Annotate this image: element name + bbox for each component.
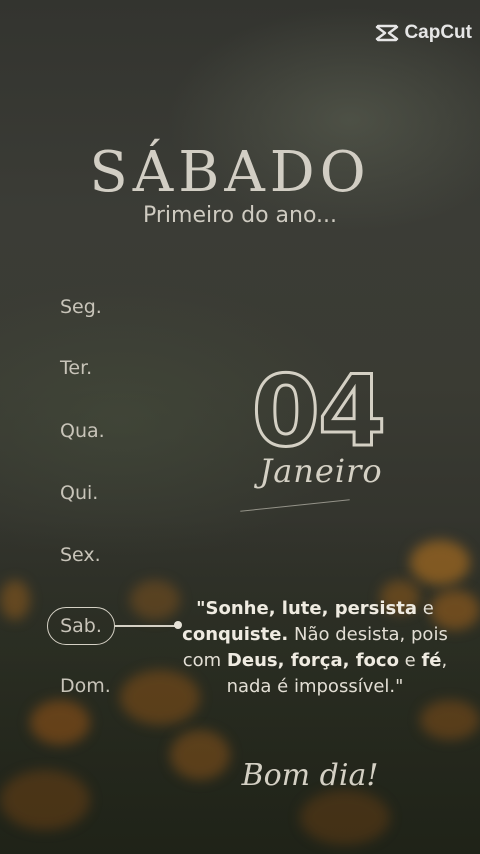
weekday-qui: Qui.: [60, 482, 99, 504]
flower-blob: [30, 700, 90, 745]
weekday-sab-highlighted: Sab.: [47, 607, 115, 645]
quote-part-bold: conquiste.: [182, 624, 289, 645]
quote-part-bold: Deus, força, foco: [226, 650, 399, 671]
quote-part: e: [398, 650, 422, 671]
flower-blob: [0, 580, 30, 620]
month-label: Janeiro: [259, 452, 383, 490]
capcut-logo: CapCut: [375, 22, 472, 44]
flower-blob: [410, 540, 470, 585]
logo-text: CapCut: [404, 22, 472, 43]
quote-text: "Sonhe, lute, persista e conquiste. Não …: [170, 596, 460, 700]
connector-line: [115, 625, 177, 627]
month-underline: [240, 499, 350, 512]
weekday-qua: Qua.: [60, 420, 105, 442]
weekday-dom: Dom.: [60, 675, 111, 697]
quote-part-bold: "Sonhe, lute, persista: [196, 598, 418, 619]
date-number-text: 04: [252, 357, 384, 457]
flower-blob: [170, 730, 230, 780]
capcut-logo-icon: [376, 24, 399, 42]
weekday-sex: Sex.: [60, 544, 101, 566]
weekday-seg: Seg.: [60, 296, 102, 318]
quote-part: e: [417, 598, 434, 619]
greeting-text: Bom dia!: [241, 758, 379, 793]
flower-blob: [0, 770, 90, 830]
weekday-sab-label: Sab.: [60, 615, 102, 637]
day-title: SÁBADO: [89, 140, 371, 205]
flower-blob: [420, 700, 480, 740]
weekday-ter: Ter.: [60, 357, 93, 379]
date-number: 04: [250, 357, 387, 457]
story-screen: CapCut SÁBADO Primeiro do ano... Seg. Te…: [0, 0, 480, 854]
quote-part-bold: fé: [421, 650, 442, 671]
flower-blob: [300, 790, 390, 845]
subtitle: Primeiro do ano...: [142, 203, 338, 228]
